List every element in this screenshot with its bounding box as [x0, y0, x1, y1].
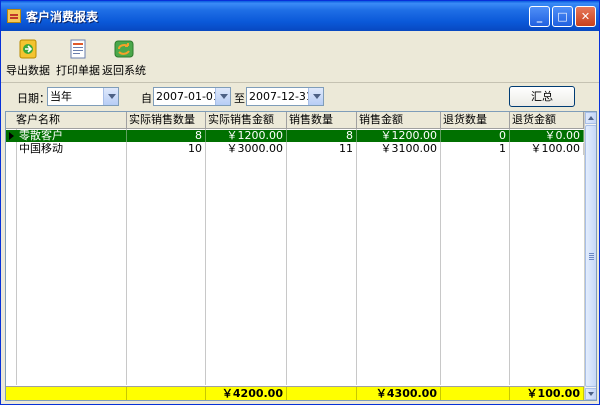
export-data-label: 导出数据 — [6, 64, 50, 77]
total-return-qty — [441, 387, 510, 400]
column-header-actual-qty[interactable]: 实际销售数量 — [127, 112, 206, 129]
print-receipt-label: 打印单据 — [56, 64, 100, 77]
totals-row: ￥4200.00 ￥4300.00 ￥100.00 — [6, 386, 584, 400]
export-icon — [19, 39, 37, 59]
cell-actual-qty: 10 — [127, 143, 206, 155]
column-header-return-qty[interactable]: 退货数量 — [441, 112, 510, 129]
column-header-customer[interactable]: 客户名称 — [6, 112, 127, 129]
scroll-down-icon[interactable] — [585, 388, 596, 400]
cell-return-qty: 1 — [441, 143, 510, 155]
cell-return-qty: 0 — [441, 130, 510, 142]
scroll-thumb[interactable] — [585, 125, 596, 387]
maximize-button[interactable]: □ — [552, 6, 573, 27]
summary-button[interactable]: 汇总 — [509, 86, 575, 107]
print-icon — [70, 39, 86, 59]
column-divider — [126, 129, 127, 385]
chevron-down-icon[interactable] — [308, 88, 323, 105]
column-header-actual-amount[interactable]: 实际销售金额 — [206, 112, 287, 129]
from-date-picker[interactable]: 2007-01-01 — [153, 87, 231, 106]
chevron-down-icon[interactable] — [215, 88, 230, 105]
period-value: 当年 — [50, 90, 72, 103]
total-return-amount: ￥100.00 — [510, 387, 584, 400]
to-label: 至 — [234, 92, 245, 105]
report-app-icon — [7, 9, 21, 23]
column-header-sale-amount[interactable]: 销售金额 — [357, 112, 441, 129]
table-row[interactable]: 中国移动 10 ￥3000.00 11 ￥3100.00 1 ￥100.00 — [6, 143, 584, 155]
filter-bar: 日期： 当年 自 2007-01-01 至 2007-12-31 汇总 — [1, 84, 599, 110]
cell-sale-amount: ￥3100.00 — [357, 143, 441, 155]
window-title: 客户消费报表 — [26, 10, 99, 24]
return-system-button[interactable]: 返回系统 — [101, 38, 147, 78]
column-divider — [440, 129, 441, 385]
current-row-icon — [9, 132, 14, 140]
cell-return-amount: ￥100.00 — [510, 143, 584, 155]
cell-sale-amount: ￥1200.00 — [357, 130, 441, 142]
period-select[interactable]: 当年 — [47, 87, 119, 106]
date-label: 日期： — [17, 92, 50, 105]
column-divider — [356, 129, 357, 385]
cell-return-amount: ￥0.00 — [510, 130, 584, 142]
report-window: 客户消费报表 _ □ ✕ 导出数据 打印单据 返回系统 日期： 当年 自 200… — [0, 0, 600, 405]
scroll-up-icon[interactable] — [585, 112, 596, 124]
close-button[interactable]: ✕ — [575, 6, 596, 27]
column-divider — [509, 129, 510, 385]
return-system-label: 返回系统 — [102, 64, 146, 77]
cell-customer: 中国移动 — [16, 143, 127, 155]
table-header: 客户名称 实际销售数量 实际销售金额 销售数量 销售金额 退货数量 退货金额 — [6, 112, 584, 129]
row-selector-divider — [16, 129, 17, 385]
return-icon — [114, 40, 134, 58]
toolbar: 导出数据 打印单据 返回系统 — [1, 31, 599, 83]
cell-sale-qty: 11 — [287, 143, 357, 155]
total-actual-amount: ￥4200.00 — [206, 387, 287, 400]
vertical-scrollbar[interactable] — [584, 112, 596, 400]
print-receipt-button[interactable]: 打印单据 — [55, 38, 101, 78]
column-header-sale-qty[interactable]: 销售数量 — [287, 112, 357, 129]
total-sale-qty — [287, 387, 357, 400]
total-sale-amount: ￥4300.00 — [357, 387, 441, 400]
cell-customer: 零散客户 — [16, 130, 127, 142]
total-customer — [6, 387, 127, 400]
from-label: 自 — [141, 92, 152, 105]
table-row[interactable]: 零散客户 8 ￥1200.00 8 ￥1200.00 0 ￥0.00 — [6, 130, 584, 142]
total-actual-qty — [127, 387, 206, 400]
from-date-value: 2007-01-01 — [156, 90, 220, 103]
title-bar[interactable]: 客户消费报表 _ □ ✕ — [1, 1, 599, 31]
cell-sale-qty: 8 — [287, 130, 357, 142]
minimize-button[interactable]: _ — [529, 6, 550, 27]
chevron-down-icon[interactable] — [103, 88, 118, 105]
cell-actual-qty: 8 — [127, 130, 206, 142]
to-date-value: 2007-12-31 — [249, 90, 313, 103]
cell-actual-amount: ￥3000.00 — [206, 143, 287, 155]
report-table[interactable]: 客户名称 实际销售数量 实际销售金额 销售数量 销售金额 退货数量 退货金额 零… — [5, 111, 597, 401]
cell-actual-amount: ￥1200.00 — [206, 130, 287, 142]
column-header-return-amount[interactable]: 退货金额 — [510, 112, 584, 129]
export-data-button[interactable]: 导出数据 — [5, 38, 51, 78]
column-divider — [286, 129, 287, 385]
to-date-picker[interactable]: 2007-12-31 — [246, 87, 324, 106]
column-divider — [205, 129, 206, 385]
